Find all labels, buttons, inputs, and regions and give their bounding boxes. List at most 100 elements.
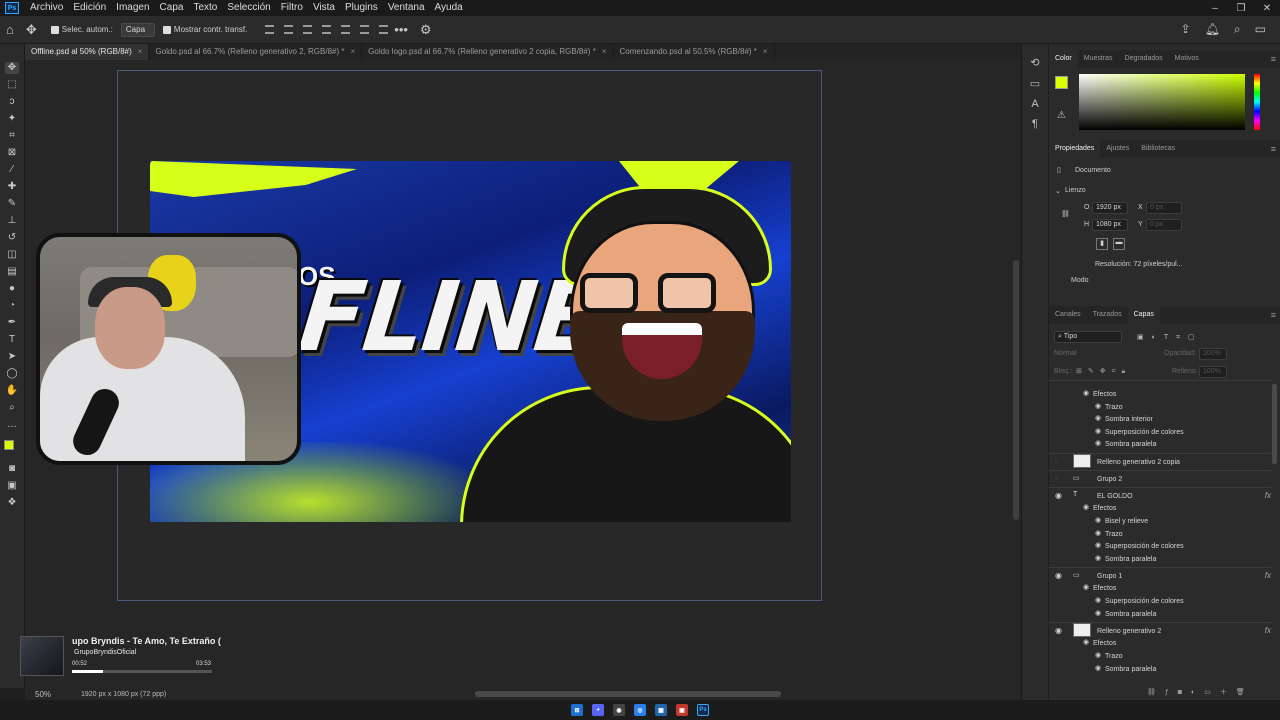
layer-effect-row[interactable]: ◉ Trazo [1049, 529, 1271, 541]
layer-effect-row[interactable]: ◉ Trazo [1049, 402, 1271, 414]
effect-eye-icon[interactable]: ◉ [1095, 596, 1101, 604]
menu-plugins[interactable]: Plugins [340, 0, 383, 16]
effect-eye-icon[interactable]: ◉ [1095, 516, 1101, 524]
color-swatches[interactable] [4, 440, 20, 458]
link-icon[interactable]: ⛓ [1061, 210, 1070, 218]
vertical-scrollbar[interactable] [1011, 60, 1021, 688]
scrollbar-thumb[interactable] [1013, 260, 1019, 520]
type-tool-icon[interactable]: T [5, 334, 19, 346]
effect-eye-icon[interactable]: ◉ [1095, 402, 1101, 410]
align-top-icon[interactable] [322, 25, 332, 34]
tab-paths[interactable]: Trazados [1087, 306, 1128, 324]
tab-color[interactable]: Color [1049, 50, 1078, 68]
fill-input[interactable]: 100% [1199, 366, 1227, 378]
horizontal-scrollbar[interactable] [475, 691, 781, 697]
menu-filtro[interactable]: Filtro [276, 0, 308, 16]
tab-offline[interactable]: Offline.psd al 50% (RGB/8#) × [25, 44, 150, 60]
close-tab-icon[interactable]: × [350, 44, 355, 60]
frame-tool-icon[interactable]: ⊠ [5, 147, 19, 159]
y-input[interactable]: 0 px [1146, 219, 1182, 231]
move-tool-icon[interactable]: ✥ [5, 62, 19, 74]
layer-effect-row[interactable]: ◉ Sombra paralela [1049, 439, 1271, 451]
x-input[interactable]: 0 px [1146, 202, 1182, 214]
more-options-icon[interactable]: ••• [394, 22, 408, 37]
close-tab-icon[interactable]: × [602, 44, 607, 60]
effect-eye-icon[interactable]: ◉ [1095, 609, 1101, 617]
restore-icon[interactable]: ❐ [1228, 3, 1254, 14]
layer-filter-icons[interactable]: ▣◐T⌗▢ [1137, 333, 1203, 342]
tab-goldo-logo[interactable]: Goldo logo.psd al 66.7% (Relleno generat… [362, 44, 614, 60]
blend-mode-dropdown[interactable]: Normal [1054, 350, 1077, 357]
align-center-icon[interactable] [284, 25, 294, 34]
tab-libraries[interactable]: Bibliotecas [1135, 140, 1181, 158]
quick-mask-icon[interactable]: ◙ [5, 463, 19, 475]
lock-icons[interactable]: ⊞✎✥⌗🔒︎ [1076, 367, 1131, 376]
paragraph-panel-icon[interactable]: ¶ [1032, 118, 1038, 130]
layer-row[interactable]: ◉ ▭ Grupo 1 fx [1049, 571, 1271, 583]
layer-effect-row[interactable]: ◉ Sombra paralela [1049, 609, 1271, 621]
eraser-icon[interactable]: ◫ [5, 249, 19, 261]
notifications-icon[interactable]: 🔔︎ [1205, 22, 1220, 37]
magic-wand-icon[interactable]: ✦ [5, 113, 19, 125]
character-panel-icon[interactable]: A [1031, 98, 1038, 110]
effect-eye-icon[interactable]: ◉ [1095, 651, 1101, 659]
layer-effect-row[interactable]: ◉ Sombra paralela [1049, 554, 1271, 566]
align-left-icon[interactable] [265, 25, 275, 34]
landscape-icon[interactable]: ▬ [1113, 238, 1125, 250]
image-viewer-icon[interactable]: ▦ [655, 704, 667, 716]
opacity-input[interactable]: 100% [1199, 348, 1227, 360]
brush-tool-icon[interactable]: ✎ [5, 198, 19, 210]
screen-mode-icon[interactable]: ▣ [5, 480, 19, 492]
layer-effect-row[interactable]: ◉ Sombra interior [1049, 414, 1271, 426]
foreground-swatch[interactable] [4, 440, 14, 450]
zoom-tool-icon[interactable]: ⌕ [5, 402, 19, 414]
panel-menu-icon[interactable]: ≡ [1271, 310, 1276, 320]
menu-ayuda[interactable]: Ayuda [430, 0, 468, 16]
effect-eye-icon[interactable]: ◉ [1095, 439, 1101, 447]
share-icon[interactable]: ⇪ [1181, 22, 1191, 37]
history-brush-icon[interactable]: ↺ [5, 232, 19, 244]
menu-ventana[interactable]: Ventana [383, 0, 430, 16]
visibility-eye-icon[interactable]: ◉ [1055, 491, 1062, 500]
close-icon[interactable]: ✕ [1254, 3, 1280, 14]
canvas-section-toggle[interactable]: ⌄ [1055, 187, 1061, 195]
align-middle-icon[interactable] [341, 25, 351, 34]
shape-tool-icon[interactable]: ◯ [5, 368, 19, 380]
layer-effect-row[interactable]: ◉ Sombra paralela [1049, 664, 1271, 676]
tab-goldo[interactable]: Goldo.psd al 66.7% (Relleno generativo 2… [149, 44, 363, 60]
close-tab-icon[interactable]: × [763, 44, 768, 60]
layers-scrollbar-thumb[interactable] [1272, 384, 1277, 464]
visibility-eye-icon[interactable]: ▫ [1055, 457, 1058, 466]
layer-effect-row[interactable]: ◉ Superposición de colores [1049, 427, 1271, 439]
blur-tool-icon[interactable]: ● [5, 283, 19, 295]
discord-icon[interactable]: ◕ [592, 704, 604, 716]
stamp-tool-icon[interactable]: ⊥ [5, 215, 19, 227]
layer-effect-row[interactable]: ◉ Efectos [1049, 389, 1271, 401]
height-input[interactable]: 1080 px [1092, 219, 1128, 231]
crop-tool-icon[interactable]: ⌗ [5, 130, 19, 142]
align-right-icon[interactable] [303, 25, 313, 34]
show-transform-checkbox[interactable] [162, 25, 171, 34]
layer-filter-dropdown[interactable]: ⌕ Tipo [1054, 331, 1122, 343]
menu-seleccion[interactable]: Selección [222, 0, 275, 16]
marquee-tool-icon[interactable]: ⬚ [5, 79, 19, 91]
effect-eye-icon[interactable]: ◉ [1083, 638, 1089, 646]
menu-capa[interactable]: Capa [155, 0, 189, 16]
menu-archivo[interactable]: Archivo [25, 0, 68, 16]
layer-effect-row[interactable]: ◉ Superposición de colores [1049, 596, 1271, 608]
tab-comenzando[interactable]: Comenzando.psd al 50.5% (RGB/8#) * × [614, 44, 775, 60]
eyedropper-icon[interactable]: ⁄ [5, 164, 19, 176]
layer-effect-row[interactable]: ◉ Bisel y relieve [1049, 516, 1271, 528]
effect-eye-icon[interactable]: ◉ [1095, 414, 1101, 422]
layer-effect-row[interactable]: ◉ Efectos [1049, 503, 1271, 515]
obs-icon[interactable]: ◉ [613, 704, 625, 716]
more-tools-icon[interactable]: … [5, 419, 19, 431]
effect-eye-icon[interactable]: ◉ [1095, 427, 1101, 435]
home-icon[interactable]: ⌂ [6, 22, 14, 37]
effect-eye-icon[interactable]: ◉ [1095, 529, 1101, 537]
menu-edicion[interactable]: Edición [68, 0, 111, 16]
pen-tool-icon[interactable]: ✒ [5, 317, 19, 329]
document-info[interactable]: 1920 px x 1080 px (72 ppp) [81, 691, 166, 698]
gear-icon[interactable]: ⚙ [420, 22, 432, 38]
panel-menu-icon[interactable]: ≡ [1271, 54, 1276, 64]
